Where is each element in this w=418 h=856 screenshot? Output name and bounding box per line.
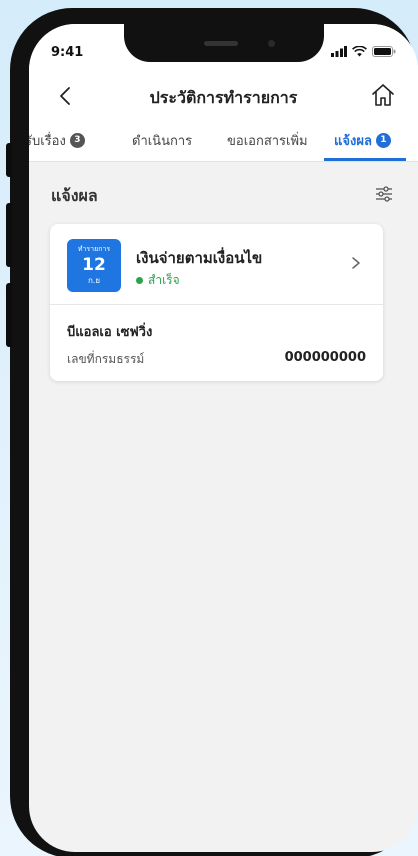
speaker [204,41,238,46]
wifi-icon [352,46,367,57]
camera [268,40,275,47]
tab-results[interactable]: แจ้งผล 1 [334,130,391,151]
tab-in-progress[interactable]: ดำเนินการ [132,130,192,151]
count-badge: 3 [69,133,85,148]
divider [50,304,383,305]
tab-request-documents[interactable]: ขอเอกสารเพิ่ม [227,130,308,151]
page-title: ประวัติการทำรายการ [149,88,298,107]
date-day: 12 [82,255,106,275]
tab-label: ดำเนินการ [132,134,193,149]
signal-icon [331,46,347,57]
count-badge: 1 [375,133,391,148]
status-time: 9:41 [51,45,84,60]
mute-switch [6,143,12,177]
transaction-title: เงินจ่ายตามเงื่อนไข [136,249,263,267]
section-title: แจ้งผล [51,186,98,205]
date-badge: ทำรายการ 12 ก.ย [67,239,121,292]
phone-frame: 9:41 ประวัติการทำรายการ รับเรื่อง 3 ดำเน… [6,8,418,856]
active-tab-indicator [324,158,406,161]
date-month: ก.ย [87,276,101,285]
date-caption: ทำรายการ [77,245,111,253]
notch [124,24,324,62]
policy-number-value: 000000000 [284,350,366,365]
transaction-card[interactable]: ทำรายการ 12 ก.ย เงินจ่ายตามเงื่อนไข สำเร… [50,224,383,381]
filter-icon[interactable] [374,184,394,204]
navigation-bar: ประวัติการทำรายการ [29,78,418,118]
app-screen: 9:41 ประวัติการทำรายการ รับเรื่อง 3 ดำเน… [29,24,418,852]
tab-label: รับเรื่อง [29,134,66,149]
status-dot-icon [136,277,143,284]
battery-icon [372,46,396,57]
policy-number-label: เลขที่กรมธรรม์ [67,352,145,366]
status-text: สำเร็จ [148,273,180,287]
status-icons [331,46,396,57]
volume-up-button [6,203,12,267]
volume-down-button [6,283,12,347]
tab-received[interactable]: รับเรื่อง 3 [29,130,85,151]
chevron-right-icon[interactable] [349,256,363,270]
tab-bar: รับเรื่อง 3 ดำเนินการ ขอเอกสารเพิ่ม แจ้ง… [29,122,418,162]
tab-label: ขอเอกสารเพิ่ม [227,134,308,149]
tab-label: แจ้งผล [334,134,372,149]
status-label: สำเร็จ [136,271,180,290]
company-name: บีแอลเอ เซฟวิ่ง [67,325,153,340]
home-icon[interactable] [370,82,396,108]
